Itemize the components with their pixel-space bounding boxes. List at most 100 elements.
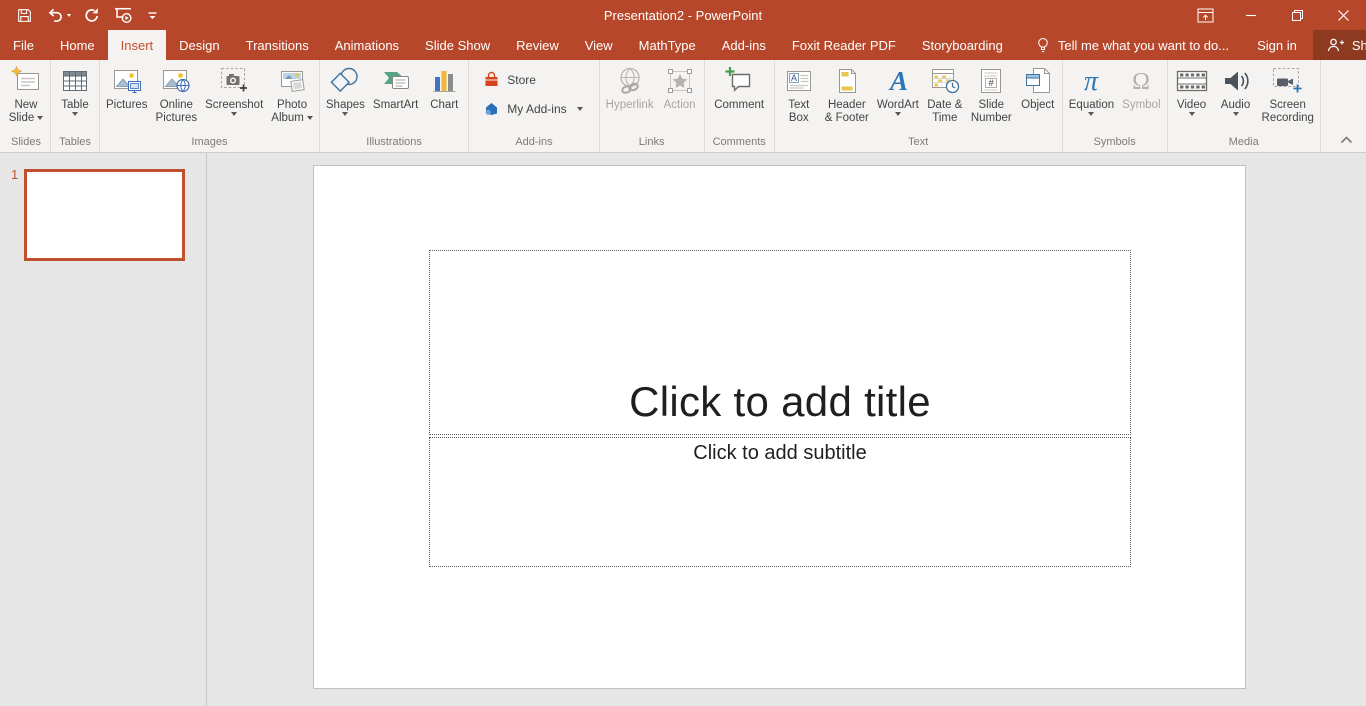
svg-text:#: # (989, 78, 995, 89)
workspace: 1 Click to add title Click to add subtit… (0, 153, 1366, 706)
customize-quick-access-toolbar-button[interactable] (146, 0, 159, 30)
quick-access-toolbar (0, 0, 159, 30)
ribbon-group-label-images: Images (191, 136, 228, 148)
ribbon-group-illustrations: Shapes SmartArt Chart Illustrations (320, 60, 470, 152)
slide-number-button[interactable]: # Slide Number (967, 60, 1016, 135)
dropdown-caret-icon (342, 112, 349, 119)
undo-icon (46, 8, 64, 23)
ribbon: New Slide Slides Table Tables Pictures Online P… (0, 60, 1366, 153)
slide-thumbnail[interactable] (24, 169, 185, 261)
object-button[interactable]: Object (1016, 60, 1060, 135)
slide-canvas[interactable]: Click to add title Click to add subtitle (313, 165, 1246, 689)
title-placeholder[interactable]: Click to add title (429, 250, 1131, 435)
screen-recording-button[interactable]: Screen Recording (1258, 60, 1318, 135)
header-footer-icon (831, 65, 863, 97)
subtitle-placeholder-text: Click to add subtitle (693, 442, 867, 464)
ribbon-group-label-illustrations: Illustrations (366, 136, 422, 148)
qat-more-icon (146, 9, 159, 22)
ribbon-group-media: Video Audio Screen Recording Media (1168, 60, 1321, 152)
table-button[interactable]: Table (53, 60, 97, 135)
header-footer-button[interactable]: Header & Footer (821, 60, 873, 135)
window-title: Presentation2 - PowerPoint (603, 7, 763, 23)
close-icon (1337, 9, 1350, 22)
undo-button[interactable] (46, 0, 71, 30)
audio-icon (1220, 65, 1252, 97)
share-person-icon (1326, 38, 1345, 52)
subtitle-placeholder[interactable]: Click to add subtitle (429, 437, 1131, 567)
minimize-button[interactable] (1228, 0, 1274, 30)
tab-add-ins[interactable]: Add-ins (709, 30, 779, 60)
tab-design[interactable]: Design (166, 30, 232, 60)
start-from-beginning-icon (113, 7, 133, 24)
slide-thumbnail-panel: 1 (0, 153, 207, 706)
svg-text:A: A (791, 73, 797, 83)
tab-view[interactable]: View (572, 30, 626, 60)
lightbulb-icon (1036, 37, 1050, 54)
tab-slide-show[interactable]: Slide Show (412, 30, 503, 60)
ribbon-group-slides: New Slide Slides (2, 60, 51, 152)
photo-album-button[interactable]: Photo Album (267, 60, 317, 135)
store-button[interactable]: Store (483, 71, 582, 88)
restore-icon (1291, 9, 1304, 22)
tell-me-box[interactable]: Tell me what you want to do... (1024, 30, 1241, 60)
ribbon-group-label-text: Text (908, 136, 929, 148)
dropdown-caret-icon (72, 112, 78, 119)
start-from-beginning-button[interactable] (113, 0, 133, 30)
svg-text:Ω: Ω (1132, 69, 1150, 95)
ribbon-group-label-slides: Slides (11, 136, 41, 148)
online-pictures-button[interactable]: Online Pictures (152, 60, 202, 135)
tell-me-label: Tell me what you want to do... (1057, 37, 1230, 53)
audio-button[interactable]: Audio (1214, 60, 1258, 135)
save-button[interactable] (16, 0, 33, 30)
tab-transitions[interactable]: Transitions (233, 30, 322, 60)
tab-home[interactable]: Home (47, 30, 108, 60)
title-bar: Presentation2 - PowerPoint (0, 0, 1366, 30)
screenshot-button[interactable]: Screenshot (201, 60, 267, 135)
ribbon-display-options-button[interactable] (1182, 0, 1228, 30)
sign-in-button[interactable]: Sign in (1241, 30, 1313, 60)
ribbon-tab-bar: File Home Insert Design Transitions Animation… (0, 30, 1366, 60)
chart-button[interactable]: Chart (422, 60, 466, 135)
text-box-button[interactable]: A Text Box (777, 60, 821, 135)
ribbon-group-add-ins: Store My Add-ins Add-ins (469, 60, 600, 152)
window-controls (1182, 0, 1366, 30)
equation-button[interactable]: π Equation (1065, 60, 1118, 135)
my-add-ins-button[interactable]: My Add-ins (483, 100, 583, 117)
ribbon-group-symbols: π Equation Ω Symbol Symbols (1063, 60, 1168, 152)
ribbon-group-label-symbols: Symbols (1093, 136, 1136, 148)
collapse-ribbon-button[interactable] (1336, 133, 1356, 147)
smartart-button[interactable]: SmartArt (369, 60, 422, 135)
tab-review[interactable]: Review (503, 30, 572, 60)
ribbon-group-links: Hyperlink Action Links (600, 60, 705, 152)
hyperlink-button: Hyperlink (602, 60, 658, 135)
pictures-button[interactable]: Pictures (102, 60, 152, 135)
save-icon (16, 7, 33, 24)
video-button[interactable]: Video (1170, 60, 1214, 135)
tab-mathtype[interactable]: MathType (626, 30, 709, 60)
redo-button[interactable] (84, 0, 100, 30)
ribbon-group-label-add-ins: Add-ins (515, 136, 553, 148)
shapes-button[interactable]: Shapes (322, 60, 369, 135)
my-addins-icon (483, 100, 500, 117)
table-icon (59, 65, 91, 97)
ribbon-tabs: File Home Insert Design Transitions Animation… (0, 30, 1016, 60)
wordart-button[interactable]: A WordArt (873, 60, 923, 135)
screenshot-icon (218, 65, 250, 97)
new-slide-button[interactable]: New Slide (4, 60, 48, 135)
editing-area: Click to add title Click to add subtitle (207, 153, 1366, 706)
restore-button[interactable] (1274, 0, 1320, 30)
dropdown-caret-icon (1188, 112, 1195, 119)
tab-file[interactable]: File (0, 30, 47, 60)
symbol-button: Ω Symbol (1118, 60, 1164, 135)
share-button[interactable]: Share (1312, 30, 1366, 60)
title-placeholder-text: Click to add title (629, 378, 931, 425)
ribbon-group-images: Pictures Online Pictures Screenshot Photo Alb… (100, 60, 320, 152)
comment-button[interactable]: Comment (710, 60, 768, 135)
tab-insert[interactable]: Insert (107, 30, 167, 60)
tab-storyboarding[interactable]: Storyboarding (909, 30, 1016, 60)
tab-foxit-reader-pdf[interactable]: Foxit Reader PDF (779, 30, 909, 60)
date-time-button[interactable]: Date & Time (923, 60, 967, 135)
tab-animations[interactable]: Animations (322, 30, 412, 60)
close-button[interactable] (1320, 0, 1366, 30)
share-label: Share (1351, 37, 1366, 53)
